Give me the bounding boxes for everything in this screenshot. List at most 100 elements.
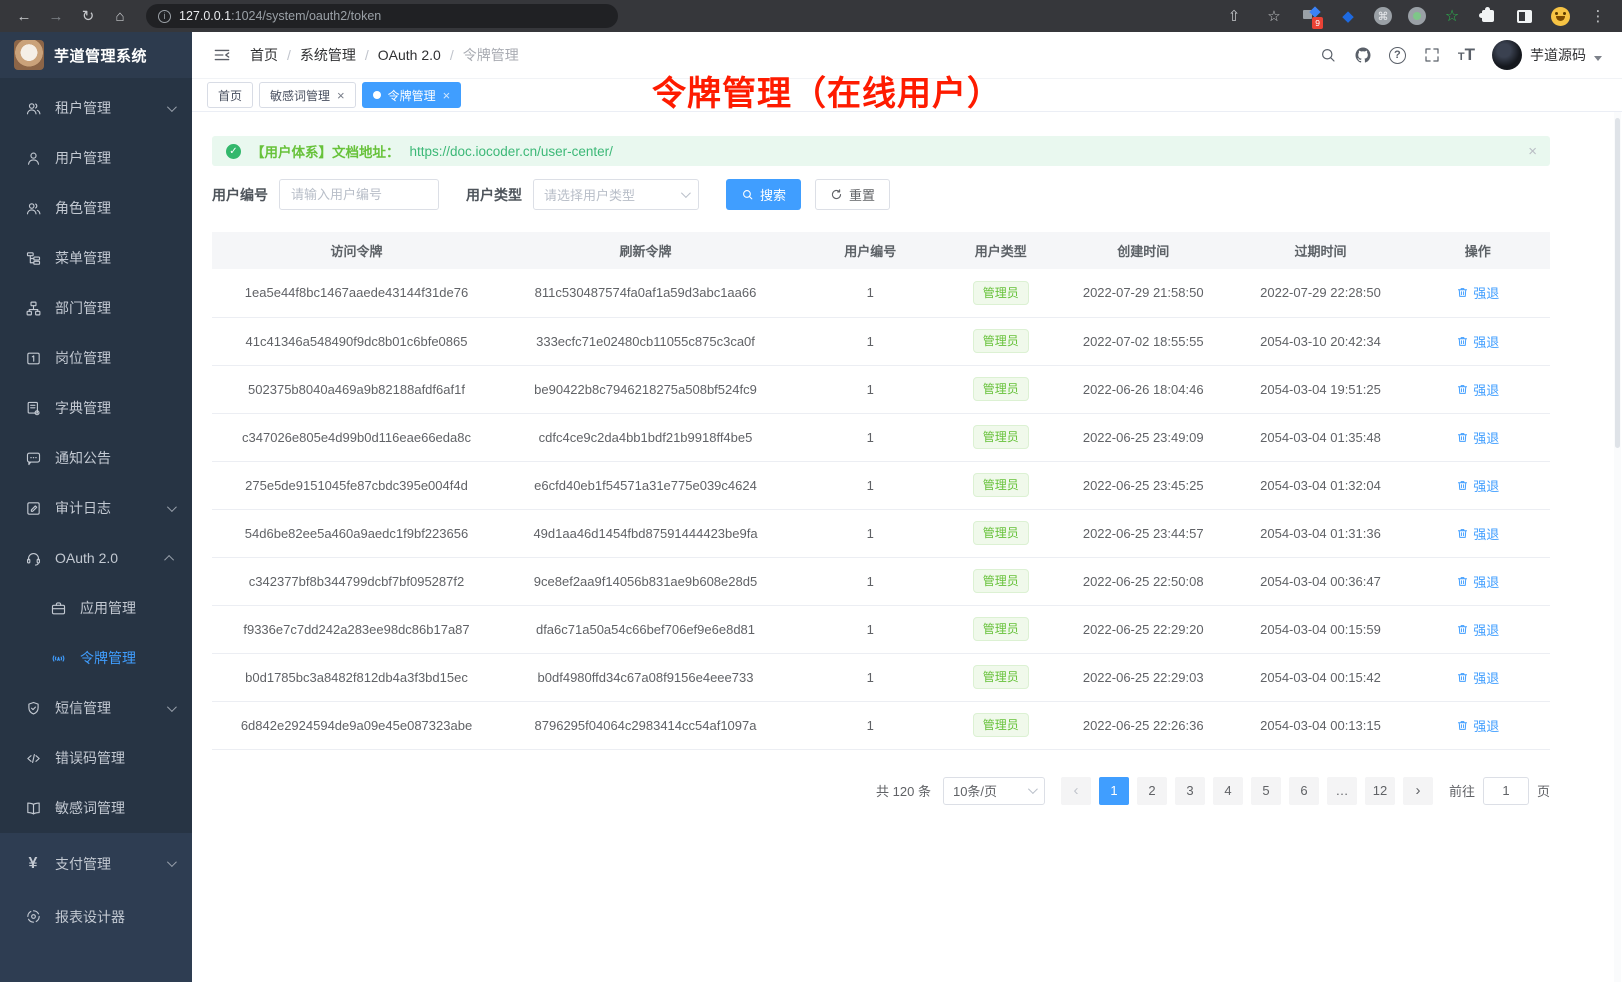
- sidebar-item-post[interactable]: 岗位管理: [0, 333, 192, 383]
- action-cell: 强退: [1405, 317, 1550, 365]
- scrollbar-thumb[interactable]: [1615, 118, 1620, 448]
- scrollbar[interactable]: [1614, 112, 1621, 982]
- user-type-cell: 管理员: [951, 461, 1051, 509]
- reset-button[interactable]: 重置: [815, 179, 890, 210]
- table-row: c347026e805e4d99b0d116eae66eda8c cdfc4ce…: [212, 413, 1550, 461]
- github-icon[interactable]: [1354, 46, 1372, 64]
- share-icon[interactable]: ⇧: [1222, 4, 1246, 28]
- side-panel-icon[interactable]: [1514, 6, 1534, 26]
- comment-icon: [24, 450, 42, 467]
- prev-page-button[interactable]: ‹: [1061, 777, 1091, 805]
- forward-icon[interactable]: →: [44, 4, 68, 28]
- user-id-input[interactable]: [279, 179, 439, 210]
- chevron-icon: [167, 702, 177, 712]
- reload-icon[interactable]: ↻: [76, 4, 100, 28]
- sidebar-item-notice[interactable]: 通知公告: [0, 433, 192, 483]
- goto-page-input[interactable]: [1483, 777, 1529, 805]
- page-number[interactable]: 4: [1213, 777, 1243, 805]
- action-cell: 强退: [1405, 461, 1550, 509]
- address-bar[interactable]: i 127.0.0.1:1024/system/oauth2/token: [146, 4, 618, 28]
- page-number[interactable]: 2: [1137, 777, 1167, 805]
- force-logout-button[interactable]: 强退: [1456, 668, 1499, 687]
- sidebar-item-sms[interactable]: 短信管理: [0, 683, 192, 733]
- sidebar-item-oauth2-token[interactable]: 令牌管理: [0, 633, 192, 683]
- search-icon[interactable]: [1319, 46, 1337, 64]
- trash-icon: [1456, 335, 1469, 348]
- access-token-cell: 275e5de9151045fe87cbdc395e004f4d: [212, 461, 501, 509]
- back-icon[interactable]: ←: [12, 4, 36, 28]
- page-info-icon[interactable]: i: [158, 10, 171, 23]
- alert-close-icon[interactable]: ×: [1528, 143, 1537, 160]
- home-icon[interactable]: ⌂: [108, 4, 132, 28]
- sidebar-item-sensitive-word[interactable]: 敏感词管理: [0, 783, 192, 833]
- force-logout-button[interactable]: 强退: [1456, 476, 1499, 495]
- force-logout-button[interactable]: 强退: [1456, 572, 1499, 591]
- close-icon[interactable]: ×: [443, 89, 451, 102]
- sidebar-item-error-code[interactable]: 错误码管理: [0, 733, 192, 783]
- sidebar-item-tenant[interactable]: 租户管理: [0, 83, 192, 133]
- expire-time-cell: 2054-03-04 19:51:25: [1236, 365, 1406, 413]
- doc-link[interactable]: https://doc.iocoder.cn/user-center/: [410, 144, 613, 159]
- app-logo[interactable]: 芋道管理系统: [0, 32, 192, 78]
- tab-sensitive-word[interactable]: 敏感词管理×: [259, 82, 356, 108]
- force-logout-button[interactable]: 强退: [1456, 283, 1499, 302]
- help-icon[interactable]: ?: [1389, 47, 1406, 64]
- alert-text: 【用户体系】文档地址：: [251, 141, 400, 161]
- extension-command-icon[interactable]: ⌘: [1374, 7, 1392, 25]
- page-number[interactable]: 3: [1175, 777, 1205, 805]
- next-page-button[interactable]: ›: [1403, 777, 1433, 805]
- fullscreen-icon[interactable]: [1423, 46, 1441, 64]
- access-token-cell: 41c41346a548490f9dc8b01c6bfe0865: [212, 317, 501, 365]
- force-logout-button[interactable]: 强退: [1456, 428, 1499, 447]
- success-check-icon: ✓: [226, 144, 241, 159]
- user-type-badge: 管理员: [973, 377, 1029, 401]
- page-ellipsis[interactable]: …: [1327, 777, 1357, 805]
- browser-profile-avatar[interactable]: [1550, 6, 1570, 26]
- user-type-select[interactable]: 请选择用户类型: [533, 179, 699, 210]
- sidebar-item-user[interactable]: 用户管理: [0, 133, 192, 183]
- sidebar-item-report-designer[interactable]: 报表设计器: [0, 890, 192, 943]
- force-logout-button[interactable]: 强退: [1456, 716, 1499, 735]
- sidebar-item-role[interactable]: 角色管理: [0, 183, 192, 233]
- bookmark-star-icon[interactable]: ☆: [1262, 4, 1286, 28]
- force-logout-button[interactable]: 强退: [1456, 332, 1499, 351]
- tab-token-management[interactable]: 令牌管理×: [362, 82, 462, 108]
- collapse-sidebar-icon[interactable]: [212, 45, 232, 65]
- font-size-icon[interactable]: TT: [1458, 45, 1475, 65]
- extension-gem-icon[interactable]: ◆: [1338, 6, 1358, 26]
- action-cell: 强退: [1405, 413, 1550, 461]
- col-user-id: 用户编号: [790, 232, 951, 269]
- expire-time-cell: 2054-03-04 01:31:36: [1236, 509, 1406, 557]
- tab-home[interactable]: 首页: [207, 82, 253, 108]
- page-size-select[interactable]: 10条/页: [943, 777, 1045, 805]
- sidebar-item-oauth2[interactable]: OAuth 2.0: [0, 533, 192, 583]
- force-logout-button[interactable]: 强退: [1456, 380, 1499, 399]
- user-type-cell: 管理员: [951, 557, 1051, 605]
- extensions-puzzle-icon[interactable]: [1478, 6, 1498, 26]
- sidebar-item-audit-log[interactable]: 审计日志: [0, 483, 192, 533]
- breadcrumb-system[interactable]: 系统管理: [300, 45, 356, 65]
- extension-translate-icon[interactable]: 9: [1302, 6, 1322, 26]
- sidebar-item-dept[interactable]: 部门管理: [0, 283, 192, 333]
- sidebar-item-dict[interactable]: 字典管理: [0, 383, 192, 433]
- user-type-badge: 管理员: [973, 617, 1029, 641]
- breadcrumb-home[interactable]: 首页: [250, 45, 278, 65]
- force-logout-button[interactable]: 强退: [1456, 620, 1499, 639]
- force-logout-button[interactable]: 强退: [1456, 524, 1499, 543]
- page-number[interactable]: 5: [1251, 777, 1281, 805]
- sidebar-item-pay[interactable]: ¥ 支付管理: [0, 837, 192, 890]
- browser-menu-icon[interactable]: ⋮: [1586, 4, 1610, 28]
- extension-star-icon[interactable]: ☆: [1442, 6, 1462, 26]
- page-number[interactable]: 12: [1365, 777, 1395, 805]
- search-button[interactable]: 搜索: [726, 179, 801, 210]
- breadcrumb-oauth2[interactable]: OAuth 2.0: [378, 47, 441, 63]
- book-icon: [24, 800, 42, 817]
- sidebar-item-oauth2-app[interactable]: 应用管理: [0, 583, 192, 633]
- user-type-cell: 管理员: [951, 269, 1051, 317]
- close-icon[interactable]: ×: [337, 89, 345, 102]
- page-number[interactable]: 6: [1289, 777, 1319, 805]
- extension-record-icon[interactable]: [1408, 7, 1426, 25]
- user-menu[interactable]: 芋道源码: [1492, 40, 1602, 70]
- sidebar-item-menu[interactable]: 菜单管理: [0, 233, 192, 283]
- page-number[interactable]: 1: [1099, 777, 1129, 805]
